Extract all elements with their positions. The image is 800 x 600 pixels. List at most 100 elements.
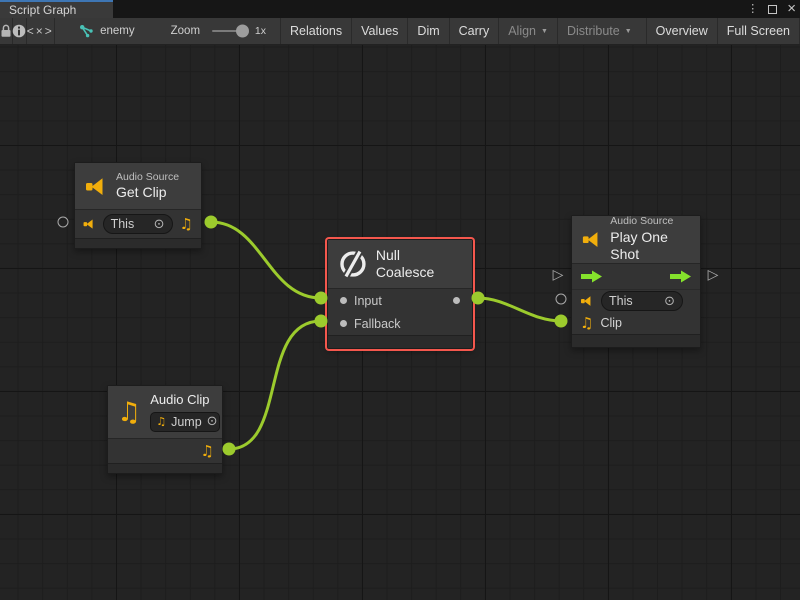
result-port-dot[interactable]: [453, 297, 460, 304]
audio-source-icon: [85, 176, 108, 197]
input-port-label: Input: [354, 294, 382, 308]
flow-out-arrow-icon: [669, 270, 692, 283]
object-picker-icon[interactable]: ⊙: [154, 218, 165, 231]
dim-button[interactable]: Dim: [407, 18, 448, 44]
node-null-coalesce-header: Null Coalesce: [328, 240, 472, 288]
audio-clip-icon: ♫: [117, 399, 141, 426]
audio-clip-note-icon: ♫: [580, 316, 593, 331]
port-playoneshot-target-input[interactable]: [556, 294, 567, 305]
zoom-slider[interactable]: [212, 18, 245, 44]
relations-button[interactable]: Relations: [280, 18, 351, 44]
info-icon: [12, 24, 26, 38]
fullscreen-button[interactable]: Full Screen: [717, 18, 800, 44]
node-play-one-shot-header: Audio Source Play One Shot: [572, 216, 700, 263]
port-flow-out-triangle[interactable]: ▷: [708, 268, 719, 282]
node-play-one-shot[interactable]: Audio Source Play One Shot: [571, 215, 701, 348]
audio-clip-object-field[interactable]: ♫ Jump ⊙: [150, 412, 220, 432]
lock-icon: [0, 24, 12, 38]
port-flow-in-triangle[interactable]: ▷: [553, 268, 564, 282]
object-picker-icon[interactable]: ⊙: [207, 415, 218, 428]
fallback-port-dot[interactable]: [340, 320, 347, 327]
node-audio-clip[interactable]: ♫ Audio Clip ♫ Jump ⊙ ♫: [107, 385, 223, 474]
audio-clip-note-icon: ♫: [180, 217, 193, 232]
input-port-dot[interactable]: [340, 297, 347, 304]
graph-canvas[interactable]: Audio Source Get Clip This ⊙ ♫: [0, 45, 800, 600]
zoom-slider-handle[interactable]: [236, 25, 249, 38]
null-coalesce-icon: [338, 249, 368, 279]
clip-port-label: Clip: [600, 316, 622, 330]
close-icon[interactable]: ×: [787, 1, 796, 16]
chevron-down-icon: ▼: [625, 28, 632, 35]
tab-script-graph[interactable]: Script Graph: [0, 0, 113, 18]
chevron-down-icon: ▼: [541, 28, 548, 35]
port-playoneshot-clip-input[interactable]: [555, 315, 568, 328]
graph-reference[interactable]: enemy: [79, 18, 135, 44]
zoom-label: Zoom: [171, 18, 200, 44]
maximize-icon[interactable]: [768, 5, 777, 14]
relations-label: Relations: [290, 24, 342, 38]
audio-source-icon: [582, 229, 602, 250]
node-audio-clip-titles: Audio Clip ♫ Jump ⊙: [150, 392, 220, 431]
port-audioclip-output[interactable]: [223, 443, 236, 456]
node-audio-clip-body: ♫: [108, 438, 222, 463]
node-play-one-shot-footer: [572, 334, 700, 347]
overview-label: Overview: [656, 24, 708, 38]
port-nullcoalesce-result[interactable]: [472, 292, 485, 305]
output-row: ♫: [108, 439, 222, 463]
carry-button[interactable]: Carry: [449, 18, 499, 44]
code-view-button[interactable]: <×>: [27, 18, 54, 44]
graph-toolbar: <×> enemy Zoom 1x Relations Values Dim: [0, 18, 800, 45]
wire-result-to-clip[interactable]: [478, 298, 561, 321]
port-nullcoalesce-input[interactable]: [315, 292, 328, 305]
values-label: Values: [361, 24, 398, 38]
node-null-coalesce[interactable]: Null Coalesce Input Fallback: [327, 239, 473, 349]
object-picker-icon[interactable]: ⊙: [664, 295, 675, 308]
window-menu-icon[interactable]: ⋮: [747, 4, 758, 15]
wire-getclip-to-input[interactable]: [211, 222, 321, 298]
node-category: Audio Source: [610, 215, 690, 228]
target-object-field[interactable]: This ⊙: [103, 214, 173, 234]
align-button[interactable]: Align ▼: [498, 18, 557, 44]
window-controls: ⋮ ×: [747, 0, 796, 18]
inspect-button[interactable]: [12, 18, 26, 44]
flow-row: [572, 264, 700, 290]
node-get-clip-body: This ⊙ ♫: [75, 209, 201, 238]
values-button[interactable]: Values: [351, 18, 407, 44]
node-title: Play One Shot: [610, 229, 690, 264]
port-getclip-clip-output[interactable]: [205, 216, 218, 229]
target-value: This: [609, 294, 633, 308]
fallback-port-row: Fallback: [328, 312, 472, 335]
node-audio-clip-footer: [108, 463, 222, 473]
target-row: This ⊙: [572, 290, 700, 312]
carry-label: Carry: [459, 24, 490, 38]
target-object-field[interactable]: This ⊙: [601, 291, 683, 311]
target-value: This: [111, 217, 135, 231]
wire-audioclip-to-fallback[interactable]: [229, 321, 321, 449]
lock-button[interactable]: [0, 18, 12, 44]
audio-clip-value: Jump: [171, 415, 202, 429]
node-title: Audio Clip: [150, 392, 220, 408]
tab-label: Script Graph: [9, 3, 76, 17]
port-getclip-target-input[interactable]: [58, 217, 69, 228]
audio-source-icon: [83, 218, 96, 230]
overview-button[interactable]: Overview: [646, 18, 717, 44]
flow-in-arrow-icon: [580, 270, 603, 283]
node-null-coalesce-footer: [328, 335, 472, 348]
node-get-clip-titles: Audio Source Get Clip: [116, 171, 179, 202]
distribute-button[interactable]: Distribute ▼: [557, 18, 641, 44]
fallback-port-label: Fallback: [354, 317, 401, 331]
node-null-coalesce-body: Input Fallback: [328, 288, 472, 335]
node-audio-clip-header: ♫ Audio Clip ♫ Jump ⊙: [108, 386, 222, 438]
graph-name: enemy: [100, 25, 135, 37]
target-row: This ⊙ ♫: [75, 210, 201, 238]
script-graph-window: Script Graph ⋮ × <×>: [0, 0, 800, 600]
audio-source-icon: [580, 295, 594, 307]
node-get-clip[interactable]: Audio Source Get Clip This ⊙ ♫: [74, 162, 202, 249]
graph-icon: [79, 24, 94, 38]
node-get-clip-footer: [75, 238, 201, 248]
distribute-label: Distribute: [567, 24, 620, 38]
align-label: Align: [508, 24, 536, 38]
note-icon: ♫: [156, 416, 166, 427]
node-play-one-shot-titles: Audio Source Play One Shot: [610, 215, 690, 263]
port-nullcoalesce-fallback[interactable]: [315, 315, 328, 328]
